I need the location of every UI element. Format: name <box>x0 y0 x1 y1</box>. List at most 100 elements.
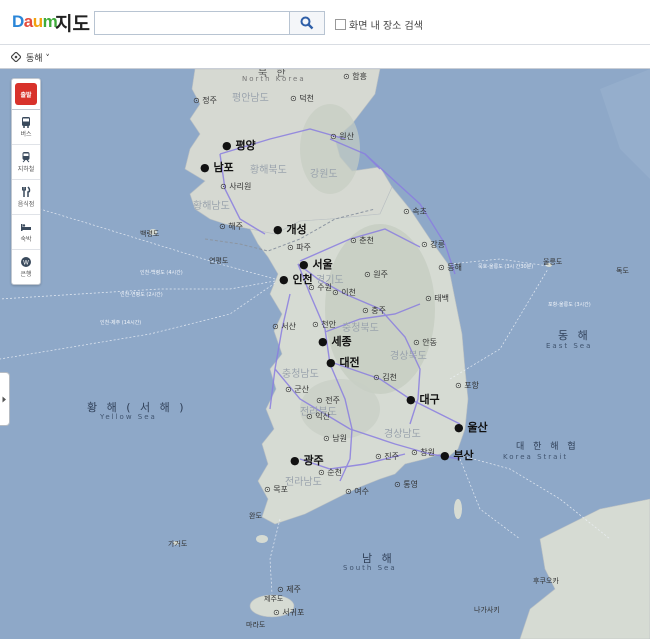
svg-text:W: W <box>23 259 29 266</box>
city-label-major[interactable]: ● 평양 <box>222 137 256 153</box>
city-name: 대구 <box>419 393 440 406</box>
subway-icon <box>22 152 30 163</box>
province-label: 경상북도 <box>390 351 427 362</box>
city-label[interactable]: ⊙ 순천 <box>318 467 342 478</box>
panel-toggle-handle[interactable] <box>0 372 10 426</box>
city-label[interactable]: ⊙ 사리원 <box>220 181 251 192</box>
city-label[interactable]: ⊙ 전주 <box>316 395 340 406</box>
service-title: 지도 <box>55 13 90 35</box>
city-label[interactable]: ⊙ 충주 <box>362 305 386 316</box>
city-label[interactable]: ⊙ 천안 <box>312 319 336 330</box>
city-label[interactable]: ⊙ 해주 <box>219 221 243 232</box>
city-label[interactable]: ⊙ 익산 <box>306 411 330 422</box>
city-label[interactable]: ⊙ 수원 <box>308 282 332 293</box>
city-label-major[interactable]: ● 서울 <box>299 256 333 272</box>
city-label-major[interactable]: ● 부산 <box>440 447 474 463</box>
bus-icon <box>22 117 30 128</box>
city-label[interactable]: ⊙ 춘천 <box>350 235 374 246</box>
city-name: 남포 <box>213 161 234 174</box>
lodging-button[interactable]: 숙박 <box>12 215 40 250</box>
flag-icon: 출발 <box>15 83 37 105</box>
subway-button[interactable]: 지하철 <box>12 145 40 180</box>
search-button[interactable] <box>289 11 325 35</box>
city-label[interactable]: ⊙ 서산 <box>272 321 296 332</box>
city-name: 해주 <box>228 222 243 231</box>
bank-label: 은행 <box>20 271 32 278</box>
bed-icon <box>21 224 31 231</box>
current-region-dropdown[interactable]: 동해 ˅ <box>26 51 50 64</box>
island-label: 가거도 <box>168 540 188 548</box>
city-label-major[interactable]: ● 대구 <box>406 391 440 407</box>
province-label: 황해북도 <box>250 165 287 176</box>
city-label-major[interactable]: ● 광주 <box>290 452 324 468</box>
city-label[interactable]: ⊙ 안동 <box>413 337 437 348</box>
city-label[interactable]: ⊙ 진주 <box>375 451 399 462</box>
city-name: 여수 <box>354 487 369 496</box>
island-label: 백령도 <box>140 230 160 238</box>
city-label[interactable]: ⊙ 통영 <box>394 479 418 490</box>
city-label[interactable]: ⊙ 김천 <box>373 372 397 383</box>
city-label-major[interactable]: ● 남포 <box>200 159 234 175</box>
city-name: 제주 <box>286 585 301 594</box>
city-label[interactable]: ⊙ 여수 <box>345 486 369 497</box>
island-label: 연평도 <box>209 257 229 265</box>
city-label[interactable]: ⊙ 원주 <box>364 269 388 280</box>
city-label[interactable]: ⊙ 창원 <box>411 447 435 458</box>
city-label-major[interactable]: ● 대전 <box>326 354 360 370</box>
city-name: 천안 <box>321 320 336 329</box>
city-label[interactable]: ⊙ 원산 <box>330 131 354 142</box>
bank-button[interactable]: W 은행 <box>12 250 40 284</box>
city-label-japan: 후쿠오카 <box>533 577 559 585</box>
bus-label: 버스 <box>20 131 32 138</box>
top-header: Daum 지도 화면 내 장소 검색 <box>0 0 650 44</box>
restaurant-icon <box>22 186 31 197</box>
island-label: 독도 <box>616 267 629 275</box>
province-label: 강원도 <box>310 169 338 180</box>
province-label: 충청북도 <box>342 323 379 334</box>
city-label[interactable]: ⊙ 포항 <box>455 380 479 391</box>
daum-logo[interactable]: Daum <box>12 12 58 32</box>
city-name: 순천 <box>327 468 342 477</box>
lodging-label: 숙박 <box>20 236 32 243</box>
province-label: 경상남도 <box>384 429 421 440</box>
city-label[interactable]: ⊙ 덕천 <box>290 93 314 104</box>
area-search-checkbox[interactable] <box>335 19 346 30</box>
city-label[interactable]: ⊙ 서귀포 <box>273 607 304 618</box>
city-name: 남원 <box>332 434 347 443</box>
city-label-major[interactable]: ● 개성 <box>273 221 307 237</box>
city-name: 포항 <box>464 381 479 390</box>
bus-button[interactable]: 버스 <box>12 110 40 145</box>
city-label[interactable]: ⊙ 군산 <box>285 384 309 395</box>
city-name: 개성 <box>286 223 307 236</box>
city-name: 서울 <box>312 258 333 271</box>
search-input[interactable] <box>95 12 290 34</box>
city-label-major[interactable]: ● 세종 <box>318 333 352 349</box>
west-sea-english-label: Yellow Sea <box>100 413 157 421</box>
start-point-button[interactable]: 출발 <box>12 79 40 110</box>
city-name: 동해 <box>447 263 462 272</box>
bank-icon: W <box>21 257 31 267</box>
area-search-option[interactable]: 화면 내 장소 검색 <box>335 17 423 32</box>
logo-letter-d: D <box>12 12 24 31</box>
city-label[interactable]: ⊙ 파주 <box>287 242 311 253</box>
city-label[interactable]: ⊙ 목포 <box>264 484 288 495</box>
city-label[interactable]: ⊙ 함흥 <box>343 71 367 82</box>
map-canvas[interactable]: 황 해 ( 서 해 ) Yellow Sea 동 해 East Sea 남 해 … <box>0 69 650 639</box>
map-graphic <box>0 69 650 639</box>
south-sea-english-label: South Sea <box>343 564 397 572</box>
city-name: 세종 <box>331 335 352 348</box>
city-label[interactable]: ⊙ 속초 <box>403 206 427 217</box>
ferry-route-label: 인천-백령도 (4시간) <box>140 270 183 276</box>
city-label[interactable]: ⊙ 동해 <box>438 262 462 273</box>
city-label[interactable]: ⊙ 강릉 <box>421 239 445 250</box>
city-label-major[interactable]: ● 울산 <box>454 419 488 435</box>
east-sea-label: 동 해 <box>558 329 591 342</box>
city-label[interactable]: ⊙ 남원 <box>323 433 347 444</box>
restaurant-button[interactable]: 음식점 <box>12 180 40 215</box>
city-label[interactable]: ⊙ 태백 <box>425 293 449 304</box>
korea-strait-label: 대 한 해 협 <box>516 442 579 452</box>
logo-letter-a: a <box>23 12 33 31</box>
city-name: 속초 <box>412 207 427 216</box>
city-label[interactable]: ⊙ 정주 <box>193 95 217 106</box>
city-label[interactable]: ⊙ 이천 <box>332 287 356 298</box>
